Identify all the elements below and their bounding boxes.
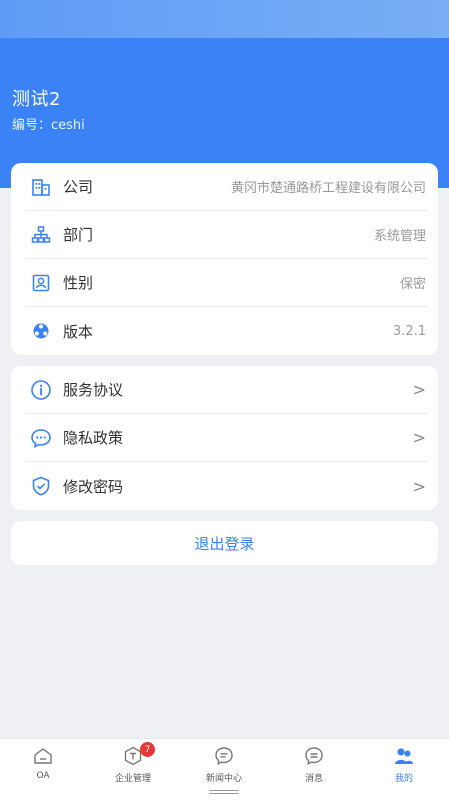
- notification-badge: 7: [140, 742, 155, 757]
- shield-check-icon: [29, 474, 53, 498]
- settings-links-card: 服务协议 > 隐私政策 > 修改密码 >: [11, 366, 438, 510]
- info-label: 公司: [63, 178, 94, 196]
- chat-bubble-icon: [29, 426, 53, 450]
- link-label: 修改密码: [63, 477, 124, 496]
- info-row-version: 版本 3.2.1: [27, 307, 428, 355]
- version-icon: [29, 319, 53, 343]
- chevron-right-icon: >: [412, 380, 426, 399]
- chevron-right-icon: >: [412, 476, 426, 496]
- info-value: 3.2.1: [392, 323, 426, 339]
- logout-button[interactable]: 退出登录: [11, 521, 438, 565]
- info-row-department: 部门 系统管理: [27, 211, 428, 259]
- info-value: 系统管理: [373, 229, 426, 244]
- tab-news[interactable]: 新闻中心: [179, 745, 269, 789]
- chevron-right-icon: >: [412, 428, 426, 447]
- info-value: 黄冈市楚通路桥工程建设有限公司: [230, 181, 426, 196]
- change-password-row[interactable]: 修改密码 >: [27, 462, 428, 510]
- tab-mine[interactable]: 我的: [359, 745, 449, 789]
- info-icon: [29, 378, 53, 402]
- info-label: 部门: [63, 226, 94, 244]
- news-icon: [215, 747, 233, 766]
- tab-label: 企业管理: [114, 774, 151, 784]
- tab-oa[interactable]: OA: [0, 745, 88, 789]
- user-icon: [395, 748, 413, 764]
- profile-info-card: 公司 黄冈市楚通路桥工程建设有限公司 部门 系统管理 性别 保密 版本 3.2.…: [11, 163, 438, 355]
- info-row-company: 公司 黄冈市楚通路桥工程建设有限公司: [27, 163, 428, 211]
- tab-label: 我的: [394, 774, 413, 784]
- link-label: 服务协议: [63, 381, 124, 399]
- tab-enterprise[interactable]: 7 企业管理: [88, 742, 178, 789]
- info-row-gender: 性别 保密: [27, 259, 428, 307]
- link-label: 隐私政策: [63, 429, 124, 447]
- service-agreement-row[interactable]: 服务协议 >: [27, 366, 428, 414]
- tab-label: 新闻中心: [205, 774, 242, 784]
- tab-messages[interactable]: 消息: [269, 745, 359, 789]
- status-bar: [0, 0, 449, 38]
- info-label: 版本: [63, 322, 94, 341]
- org-chart-icon: [29, 223, 53, 247]
- tab-label: 消息: [304, 774, 323, 784]
- home-icon: [34, 748, 52, 764]
- info-label: 性别: [63, 274, 94, 292]
- building-icon: [29, 175, 53, 199]
- privacy-policy-row[interactable]: 隐私政策 >: [27, 414, 428, 462]
- id-card-icon: [29, 271, 53, 295]
- user-id: 编号：ceshi: [12, 118, 85, 133]
- user-name: 测试2: [12, 89, 61, 110]
- message-icon: [305, 747, 323, 766]
- tab-label: OA: [36, 771, 50, 781]
- home-indicator: [209, 790, 239, 794]
- info-value: 保密: [399, 277, 426, 292]
